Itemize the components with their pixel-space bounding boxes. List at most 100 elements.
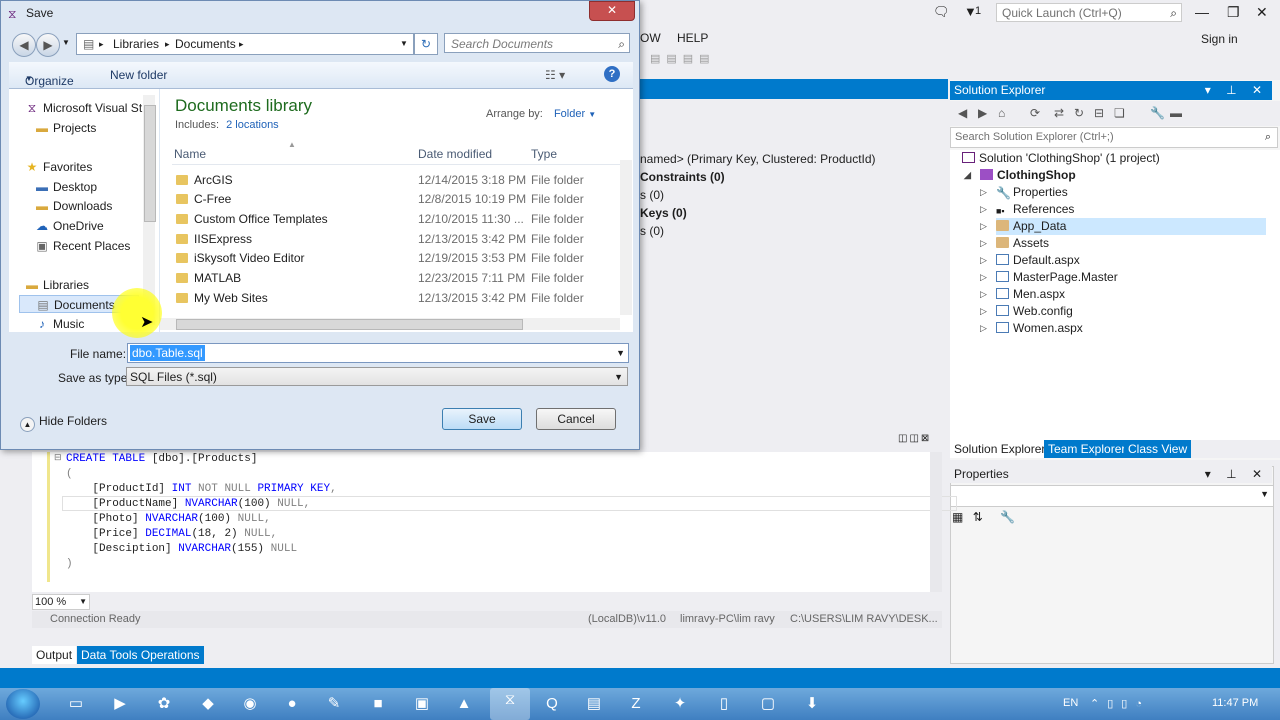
- matlab-icon[interactable]: ▲: [452, 692, 476, 716]
- collapsed-arrow-icon[interactable]: ▷: [980, 320, 987, 337]
- media-player-icon[interactable]: ▶: [108, 692, 132, 716]
- forward-button[interactable]: ▶: [36, 33, 60, 57]
- breadcrumb-documents[interactable]: Documents: [175, 34, 236, 54]
- menu-item-help[interactable]: HELP: [677, 31, 708, 45]
- file-list-horizontal-scrollbar[interactable]: [160, 318, 620, 330]
- refresh-button[interactable]: ↻: [414, 33, 438, 55]
- chevron-down-icon[interactable]: ▼: [400, 34, 408, 54]
- tab-output[interactable]: Output: [32, 646, 77, 664]
- address-bar[interactable]: ▤ ▸ Libraries ▸ Documents ▸ ▼: [76, 33, 414, 55]
- start-button[interactable]: [6, 689, 40, 719]
- locations-link[interactable]: 2 locations: [226, 119, 279, 131]
- view-options-icon[interactable]: ☷ ▾: [545, 68, 565, 82]
- sql-editor[interactable]: ⊟ CREATE TABLE [dbo].[Products] ( [Produ…: [32, 452, 957, 592]
- collapsed-arrow-icon[interactable]: ▷: [980, 218, 987, 235]
- collapsed-arrow-icon[interactable]: ▷: [980, 184, 987, 201]
- pin-icon[interactable]: ▾ ⊥ ✕: [1205, 81, 1268, 100]
- file-name-input[interactable]: dbo.Table.sql ▼: [127, 343, 629, 363]
- search-documents-input[interactable]: Search Documents ⌕: [444, 33, 630, 53]
- tab-solution-explorer[interactable]: Solution Explorer: [950, 440, 1050, 458]
- pin-icon[interactable]: ▾ ⊥ ✕: [1205, 466, 1268, 483]
- properties-wrench-icon[interactable]: 🔧: [1150, 106, 1165, 120]
- nav-libraries[interactable]: ▬ Libraries: [25, 276, 89, 294]
- tree-item-references[interactable]: ▷ ■▪ References: [980, 201, 1074, 218]
- nav-item-projects[interactable]: ▬ Projects: [35, 119, 96, 137]
- properties-object-select[interactable]: ▼: [950, 485, 1274, 507]
- app-icon[interactable]: ◆: [196, 692, 220, 716]
- hide-folders-button[interactable]: ▲ Hide Folders: [20, 414, 107, 432]
- file-row[interactable]: IISExpress 12/13/2015 3:42 PM File folder: [172, 230, 620, 249]
- app-icon[interactable]: ▢: [756, 692, 780, 716]
- notification-icon[interactable]: 🗨: [933, 4, 950, 20]
- clock[interactable]: 11:47 PM: [1212, 697, 1258, 709]
- column-type[interactable]: Type: [531, 147, 557, 161]
- collapsed-arrow-icon[interactable]: ▷: [980, 252, 987, 269]
- sign-in-link[interactable]: Sign in: [1201, 32, 1238, 46]
- recent-locations-icon[interactable]: ▼: [62, 38, 70, 47]
- minimize-icon[interactable]: —: [1195, 4, 1209, 20]
- tab-team-explorer[interactable]: Team Explorer: [1044, 440, 1130, 458]
- tree-item-app-data[interactable]: ▷ App_Data: [980, 218, 1266, 235]
- tree-item-men-aspx[interactable]: ▷ Men.aspx: [980, 286, 1065, 303]
- app-icon[interactable]: ✦: [668, 692, 692, 716]
- nav-item-onedrive[interactable]: ☁ OneDrive: [35, 217, 104, 235]
- restore-icon[interactable]: ❐: [1227, 4, 1240, 21]
- app-icon[interactable]: ▣: [410, 692, 434, 716]
- solution-explorer-search[interactable]: Search Solution Explorer (Ctrl+;) ⌕: [950, 127, 1278, 148]
- new-folder-button[interactable]: New folder: [110, 68, 167, 82]
- pane-split-icons[interactable]: ◫◫⊠: [898, 433, 931, 444]
- collapse-icon[interactable]: ⊟: [1094, 106, 1104, 120]
- app-icon[interactable]: ●: [280, 692, 304, 716]
- home-icon[interactable]: ⌂: [998, 106, 1005, 120]
- tree-item-properties[interactable]: ▷ 🔧 Properties: [980, 184, 1068, 201]
- notepad-icon[interactable]: ▯: [712, 692, 736, 716]
- cancel-button[interactable]: Cancel: [536, 408, 616, 430]
- tree-solution[interactable]: Solution 'ClothingShop' (1 project): [962, 150, 1160, 167]
- editor-vertical-scrollbar[interactable]: [930, 452, 942, 592]
- column-date-modified[interactable]: Date modified: [418, 147, 492, 161]
- chevron-down-icon[interactable]: ▼: [616, 344, 625, 362]
- save-as-type-select[interactable]: SQL Files (*.sql) ▼: [126, 367, 628, 386]
- nav-item-downloads[interactable]: ▬ Downloads: [35, 197, 112, 215]
- dialog-close-button[interactable]: ✕: [589, 1, 635, 21]
- wrench-icon[interactable]: 🔧: [1000, 510, 1015, 524]
- preview-icon[interactable]: ▬: [1170, 106, 1182, 120]
- scrollbar-thumb[interactable]: [176, 319, 523, 330]
- chevron-right-icon[interactable]: ▸: [239, 34, 244, 54]
- save-button[interactable]: Save: [442, 408, 522, 430]
- app-icon[interactable]: ▤: [582, 692, 606, 716]
- collapsed-arrow-icon[interactable]: ▷: [980, 303, 987, 320]
- tree-item-women-aspx[interactable]: ▷ Women.aspx: [980, 320, 1083, 337]
- visual-studio-taskbar-icon[interactable]: ⧖: [490, 688, 530, 720]
- chevron-right-icon[interactable]: ▸: [165, 34, 170, 54]
- tab-class-view[interactable]: Class View: [1124, 440, 1192, 458]
- back-icon[interactable]: ◀: [958, 106, 967, 120]
- file-row[interactable]: ArcGIS 12/14/2015 3:18 PM File folder: [172, 171, 620, 190]
- app-icon[interactable]: ✎: [322, 692, 346, 716]
- zoom-select[interactable]: 100 % ▼: [32, 594, 90, 610]
- nav-item-music[interactable]: ♪ Music: [35, 315, 84, 333]
- nav-scrollbar-thumb[interactable]: [144, 105, 156, 222]
- nav-item-recent-places[interactable]: ▣ Recent Places: [35, 237, 130, 255]
- tree-item-default-aspx[interactable]: ▷ Default.aspx: [980, 252, 1080, 269]
- language-indicator[interactable]: EN: [1063, 697, 1078, 709]
- copy-icon[interactable]: ❏: [1114, 106, 1125, 120]
- tree-project[interactable]: ◢ ClothingShop: [964, 167, 1076, 184]
- sync-icon[interactable]: ⟳: [1030, 106, 1040, 120]
- collapsed-arrow-icon[interactable]: ▷: [980, 235, 987, 252]
- nav-favorites[interactable]: ★ Favorites: [25, 158, 93, 176]
- file-row[interactable]: My Web Sites 12/13/2015 3:42 PM File folde…: [172, 289, 620, 308]
- explorer-icon[interactable]: ▭: [64, 692, 88, 716]
- quick-launch-input[interactable]: Quick Launch (Ctrl+Q) ⌕: [996, 3, 1182, 22]
- sql-icon[interactable]: Q: [540, 692, 564, 716]
- file-row[interactable]: MATLAB 12/23/2015 7:11 PM File folder: [172, 269, 620, 288]
- app-icon[interactable]: ✿: [152, 692, 176, 716]
- collapsed-arrow-icon[interactable]: ▷: [980, 286, 987, 303]
- tree-item-masterpage[interactable]: ▷ MasterPage.Master: [980, 269, 1118, 286]
- alphabetical-icon[interactable]: ⇅: [973, 510, 983, 524]
- forward-icon[interactable]: ▶: [978, 106, 987, 120]
- tab-data-tools-operations[interactable]: Data Tools Operations: [77, 646, 204, 664]
- collapsed-arrow-icon[interactable]: ▷: [980, 201, 987, 218]
- chevron-right-icon[interactable]: ▸: [99, 34, 104, 54]
- close-icon[interactable]: ✕: [1256, 4, 1268, 21]
